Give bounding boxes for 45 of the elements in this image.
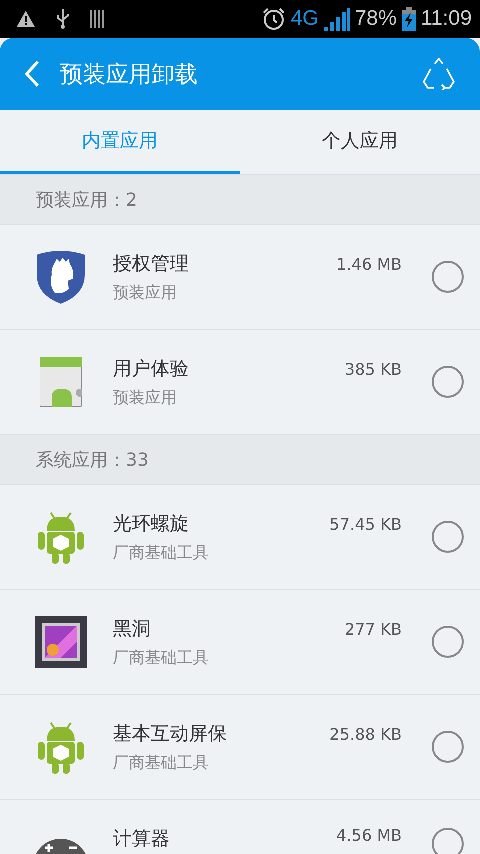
gallery-icon (34, 616, 86, 668)
app-size: 385 KB (344, 360, 402, 379)
app-category: 预装应用 (113, 388, 178, 408)
radio-button[interactable] (432, 366, 464, 398)
app-size: 57.45 KB (330, 515, 402, 534)
android-document-icon (40, 357, 82, 407)
app-row[interactable]: 基本互动屏保 厂商基础工具 25.88 KB (0, 695, 480, 800)
app-size: 1.46 MB (336, 255, 402, 274)
barcode-icon (90, 10, 106, 28)
app-size: 4.56 MB (336, 826, 402, 845)
app-row[interactable]: 计算器 4.56 MB (0, 800, 480, 854)
app-size: 25.88 KB (330, 725, 402, 744)
app-category: 厂商基础工具 (113, 752, 210, 774)
app-category: 厂商基础工具 (113, 542, 210, 564)
tab[interactable]: 个人应用 (240, 110, 480, 174)
warning-icon (16, 10, 36, 28)
signal-icon (324, 7, 350, 31)
app-name: 计算器 (113, 827, 171, 852)
app-category: 预装应用 (113, 282, 178, 304)
app-name: 用户体验 (113, 356, 190, 382)
app-row[interactable]: 授权管理 预装应用 1.46 MB (0, 225, 480, 330)
app-name: 黑洞 (113, 616, 152, 642)
usb-icon (56, 8, 70, 30)
recycle-icon[interactable] (422, 58, 456, 90)
app-row[interactable]: 黑洞 厂商基础工具 277 KB (0, 590, 480, 695)
clock-time: 11:09 (421, 7, 472, 31)
battery-percent: 78% (354, 7, 397, 31)
radio-button[interactable] (432, 521, 464, 553)
section-header: 预装应用：2 (0, 175, 480, 225)
app-row[interactable]: 光环螺旋 厂商基础工具 57.45 KB (0, 485, 480, 590)
app-size: 277 KB (344, 620, 402, 639)
radio-button[interactable] (432, 828, 464, 854)
app-name: 光环螺旋 (113, 512, 190, 536)
app-name: 授权管理 (113, 252, 190, 276)
battery-charging-icon (402, 7, 416, 31)
radio-button[interactable] (432, 731, 464, 763)
radio-button[interactable] (432, 626, 464, 658)
alarm-icon (262, 7, 286, 31)
radio-button[interactable] (432, 261, 464, 293)
app-name: 基本互动屏保 (113, 722, 228, 746)
section-header: 系统应用：33 (0, 435, 480, 485)
network-type: 4G (290, 7, 319, 31)
back-icon[interactable] (24, 60, 40, 88)
page-title: 预装应用卸载 (60, 60, 199, 90)
app-category: 厂商基础工具 (113, 648, 210, 668)
